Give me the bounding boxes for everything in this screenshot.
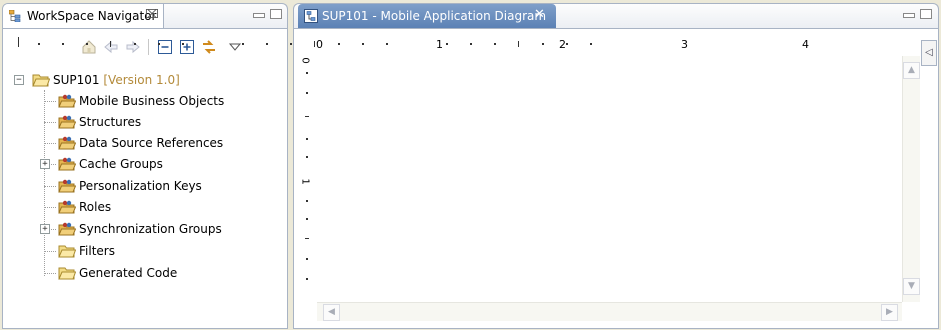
tree-guide-line	[44, 101, 56, 102]
vertical-scrollbar[interactable]: ▲ ▼	[902, 56, 920, 302]
scroll-right-icon[interactable]: ▶	[881, 304, 898, 321]
maximize-icon[interactable]	[270, 9, 282, 19]
folder-icon	[58, 267, 76, 280]
tree-guide-line	[44, 251, 56, 252]
expand-icon[interactable]: +	[40, 224, 50, 234]
navigator-tab-bar: WorkSpace Navigator ⌧	[2, 3, 288, 29]
tree-guide-line	[44, 90, 45, 276]
ruler-number: 2	[559, 38, 566, 51]
expand-icon[interactable]: +	[40, 159, 50, 169]
tab-mobile-application-diagram[interactable]: SUP101 - Mobile Application Diagram ✕	[298, 4, 556, 29]
category-folder-icon	[58, 222, 76, 236]
tree-guide-line	[44, 207, 56, 208]
tree-item-label: Cache Groups	[79, 157, 163, 171]
navigator-view-icon	[9, 10, 21, 22]
tree-item-label: Mobile Business Objects	[79, 94, 225, 108]
ruler-number: 3	[681, 38, 688, 51]
ruler-number: 1	[436, 38, 443, 51]
tree-item-label: Filters	[79, 244, 115, 258]
horizontal-ruler	[18, 37, 592, 47]
project-name: SUP101	[53, 73, 100, 87]
vertical-ruler	[305, 72, 309, 280]
ruler-number: 1	[299, 178, 311, 185]
close-icon[interactable]: ⌧	[145, 7, 159, 21]
project-version: [Version 1.0]	[103, 73, 180, 87]
show-palette-icon[interactable]: ◁	[921, 40, 937, 66]
category-folder-icon	[58, 200, 76, 214]
tree-guide-line	[44, 186, 56, 187]
scroll-down-icon[interactable]: ▼	[903, 278, 920, 295]
minimize-icon[interactable]	[903, 13, 915, 18]
tree-item-label: Synchronization Groups	[79, 222, 222, 236]
category-folder-icon	[58, 115, 76, 129]
horizontal-scrollbar[interactable]: ◀ ▶	[317, 302, 902, 321]
tree-guide-line	[44, 122, 56, 123]
minimize-icon[interactable]	[253, 13, 265, 18]
tree-root-label: SUP101 [Version 1.0]	[53, 73, 180, 87]
ruler-number: 0	[316, 38, 323, 51]
tree-item-label: Generated Code	[79, 266, 178, 280]
ruler-number: 4	[802, 38, 809, 51]
category-folder-icon	[58, 136, 76, 150]
category-folder-icon	[58, 179, 76, 193]
tree-guide-line	[44, 143, 56, 144]
category-folder-icon	[58, 157, 76, 171]
editor-tab-title: SUP101 - Mobile Application Diagram	[322, 9, 547, 23]
tree-item-label: Personalization Keys	[79, 179, 202, 193]
tree-guide-line	[44, 273, 56, 274]
tree-item-label: Roles	[79, 200, 112, 214]
tab-workspace-navigator[interactable]: WorkSpace Navigator ⌧	[3, 4, 164, 29]
scroll-left-icon[interactable]: ◀	[323, 304, 340, 321]
collapse-icon[interactable]: −	[14, 75, 24, 85]
navigator-tab-title: WorkSpace Navigator	[27, 9, 157, 23]
maximize-icon[interactable]	[920, 9, 932, 19]
ruler-number: 0	[299, 57, 311, 64]
diagram-canvas[interactable]	[317, 56, 902, 301]
tree-item-label: Structures	[79, 115, 142, 129]
editor-tab-bar: SUP101 - Mobile Application Diagram ✕	[293, 3, 939, 29]
project-folder-icon	[32, 74, 50, 87]
scroll-up-icon[interactable]: ▲	[903, 62, 920, 79]
category-folder-icon	[58, 94, 76, 108]
tree-item-label: Data Source References	[79, 136, 224, 150]
diagram-icon	[304, 9, 318, 23]
close-icon[interactable]: ✕	[534, 7, 545, 22]
folder-icon	[58, 245, 76, 258]
